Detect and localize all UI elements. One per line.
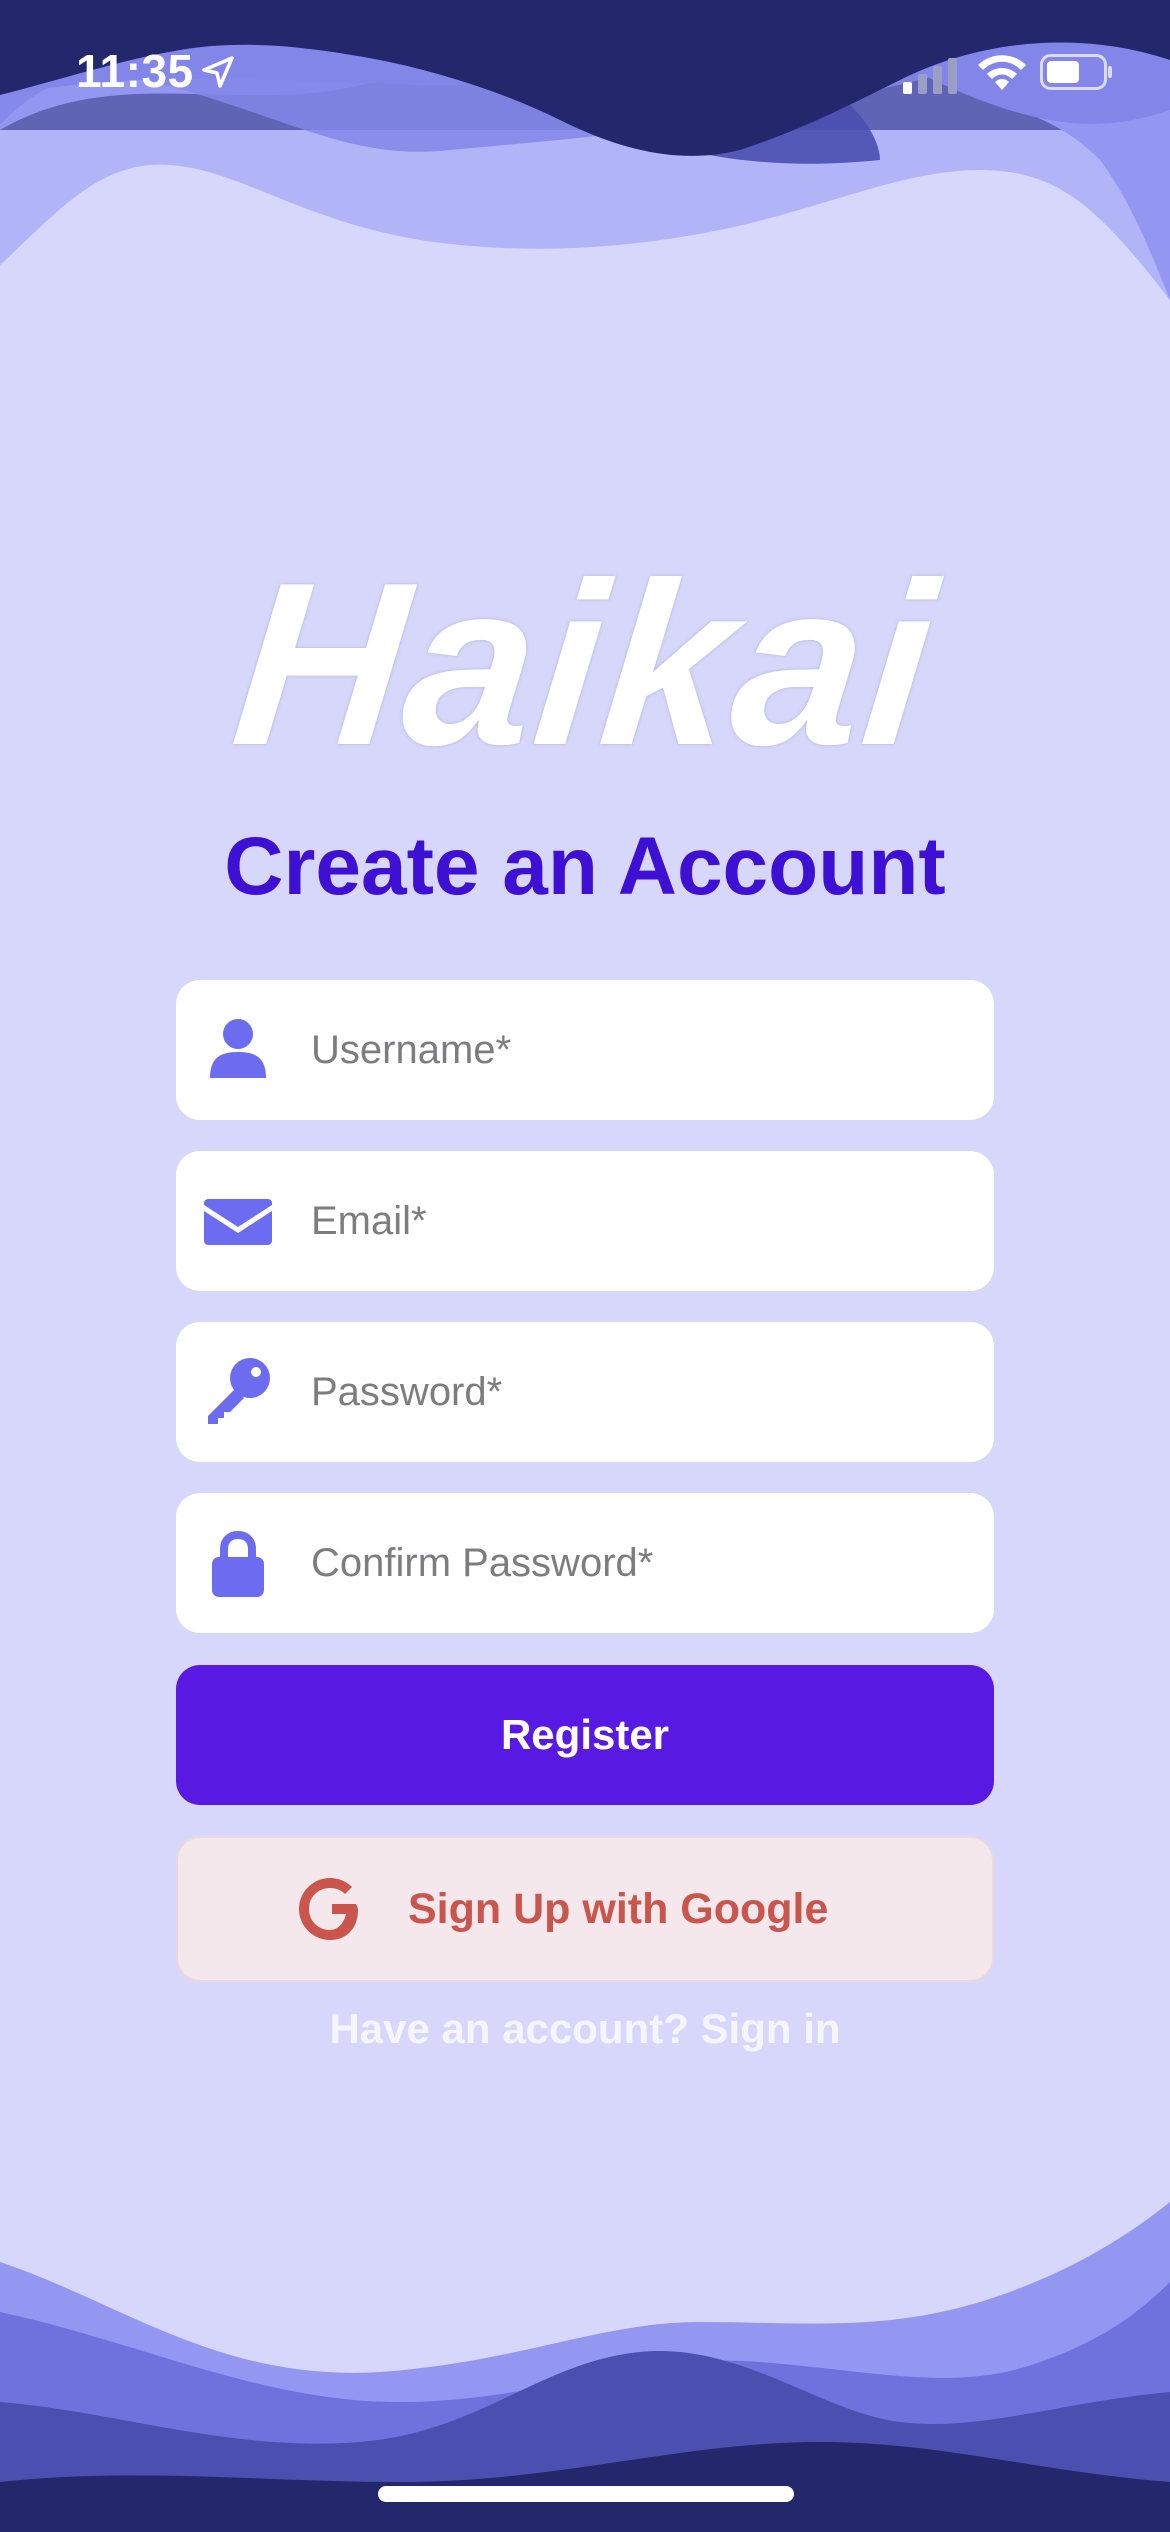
home-indicator[interactable] bbox=[378, 2486, 794, 2502]
password-field[interactable] bbox=[176, 1322, 994, 1462]
key-icon bbox=[208, 1358, 270, 1424]
haikai-logo: Haikai bbox=[223, 535, 947, 794]
location-arrow-icon bbox=[202, 56, 234, 88]
bottom-wave-decoration bbox=[0, 2202, 1170, 2532]
email-input[interactable] bbox=[311, 1151, 971, 1291]
page-title: Create an Account bbox=[224, 821, 946, 912]
username-input[interactable] bbox=[311, 980, 971, 1120]
google-signup-button[interactable]: Sign Up with Google bbox=[176, 1836, 994, 1982]
status-time: 11:35 bbox=[76, 45, 194, 97]
google-g-icon bbox=[299, 1878, 358, 1940]
status-bar: 11:35 bbox=[0, 0, 1170, 150]
envelope-icon bbox=[204, 1199, 272, 1245]
signin-link[interactable]: Have an account? Sign in bbox=[0, 2005, 1170, 2053]
google-signup-label: Sign Up with Google bbox=[408, 1885, 829, 1933]
confirm-password-input[interactable] bbox=[311, 1493, 971, 1633]
register-button[interactable]: Register bbox=[176, 1665, 994, 1805]
lock-icon bbox=[212, 1530, 264, 1597]
password-input[interactable] bbox=[311, 1322, 971, 1462]
battery-icon bbox=[1040, 54, 1112, 90]
cellular-signal-icon bbox=[903, 58, 957, 94]
wifi-icon bbox=[978, 55, 1026, 90]
username-field[interactable] bbox=[176, 980, 994, 1120]
person-icon bbox=[210, 1019, 266, 1078]
email-field[interactable] bbox=[176, 1151, 994, 1291]
confirm-password-field[interactable] bbox=[176, 1493, 994, 1633]
